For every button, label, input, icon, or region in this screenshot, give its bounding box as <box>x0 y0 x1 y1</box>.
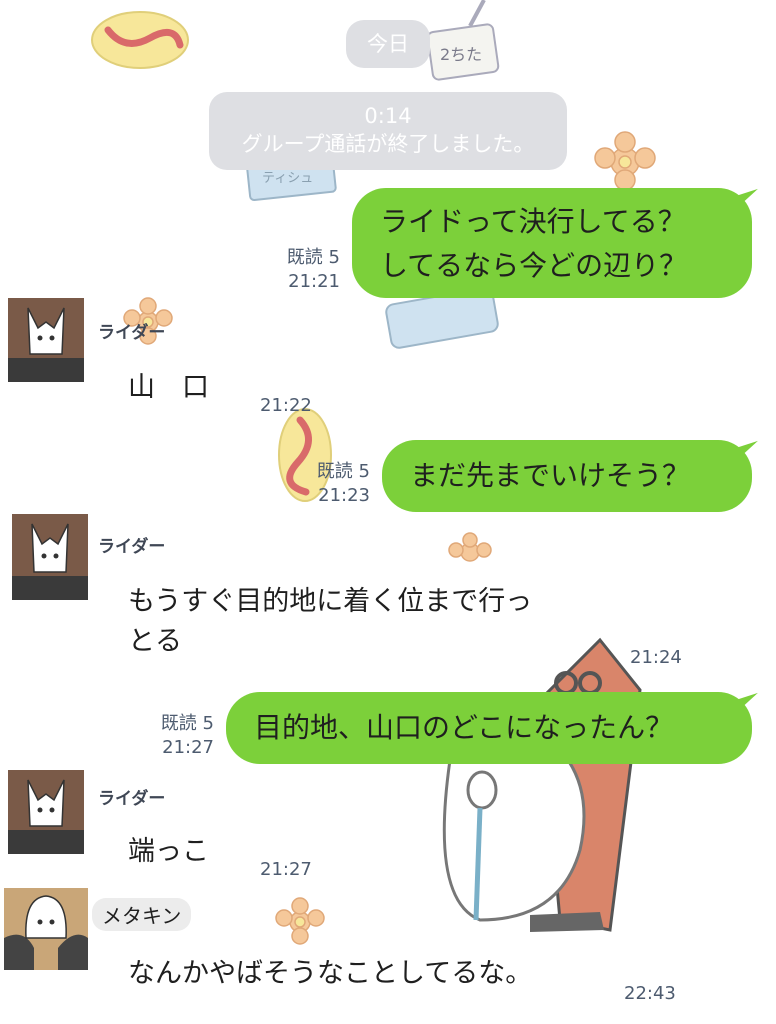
avatar[interactable] <box>8 770 84 854</box>
message-text-line: 目的地、山口のどこになったん？ <box>254 711 674 744</box>
call-duration: 0:14 <box>364 104 412 128</box>
message-text-line: まだ先までいけそう？ <box>410 459 691 492</box>
message-time: 21:22 <box>260 395 312 416</box>
read-receipt: 既読 5 <box>316 461 370 482</box>
message-time: 21:27 <box>162 737 214 758</box>
rabbit-face-avatar-image <box>12 514 88 600</box>
incoming-message[interactable]: もうすぐ目的地に着く位まで行っ とる <box>128 582 532 662</box>
sender-name: ライダー <box>98 537 166 557</box>
avatar[interactable] <box>4 888 88 970</box>
ghost-face-avatar-image <box>4 888 88 970</box>
message-text-line: ライドって決行してる？ <box>380 205 686 238</box>
message-time: 21:24 <box>630 647 682 668</box>
incoming-message[interactable]: 端っこ <box>128 832 209 872</box>
rabbit-face-avatar-image <box>8 770 84 854</box>
card-sticker: 2ちた <box>426 0 500 81</box>
message-time: 21:27 <box>260 859 312 880</box>
message-text-line: してるなら今どの辺り？ <box>380 249 688 282</box>
sender-name: ライダー <box>98 789 166 809</box>
call-ended-notice: 0:14 グループ通話が終了しました。 <box>209 92 567 170</box>
message-time: 22:43 <box>624 983 676 1004</box>
incoming-message[interactable]: なんかやばそうなことしてるな。 <box>128 954 532 994</box>
read-receipt: 既読 5 <box>286 247 340 268</box>
avatar[interactable] <box>12 514 88 600</box>
sender-name: メタキン <box>92 898 192 931</box>
outgoing-message-bubble[interactable]: 目的地、山口のどこになったん？ <box>226 692 752 764</box>
incoming-message[interactable]: 山 口 <box>128 368 209 408</box>
rabbit-face-avatar-image <box>8 298 84 382</box>
sausage-sticker <box>91 11 189 69</box>
date-separator: 今日 <box>346 20 430 68</box>
message-text-line: もうすぐ目的地に着く位まで行っ <box>128 586 533 617</box>
flower-sticker-4 <box>275 897 325 945</box>
sender-name: ライダー <box>98 323 166 343</box>
outgoing-message-bubble[interactable]: まだ先までいけそう？ <box>382 440 752 512</box>
svg-text:ティシュ: ティシュ <box>262 171 313 186</box>
svg-text:2ちた: 2ちた <box>440 45 482 64</box>
flower-sticker <box>594 131 656 191</box>
flower-sticker-3 <box>448 532 492 562</box>
read-receipt: 既読 5 <box>160 713 214 734</box>
outgoing-message-bubble[interactable]: ライドって決行してる？ してるなら今どの辺り？ <box>352 188 752 298</box>
message-text-line: とる <box>128 626 182 657</box>
message-time: 21:23 <box>318 485 370 506</box>
bird-character-illustration <box>442 637 642 932</box>
avatar[interactable] <box>8 298 84 382</box>
call-ended-text: グループ通話が終了しました。 <box>241 132 535 156</box>
message-time: 21:21 <box>288 271 340 292</box>
